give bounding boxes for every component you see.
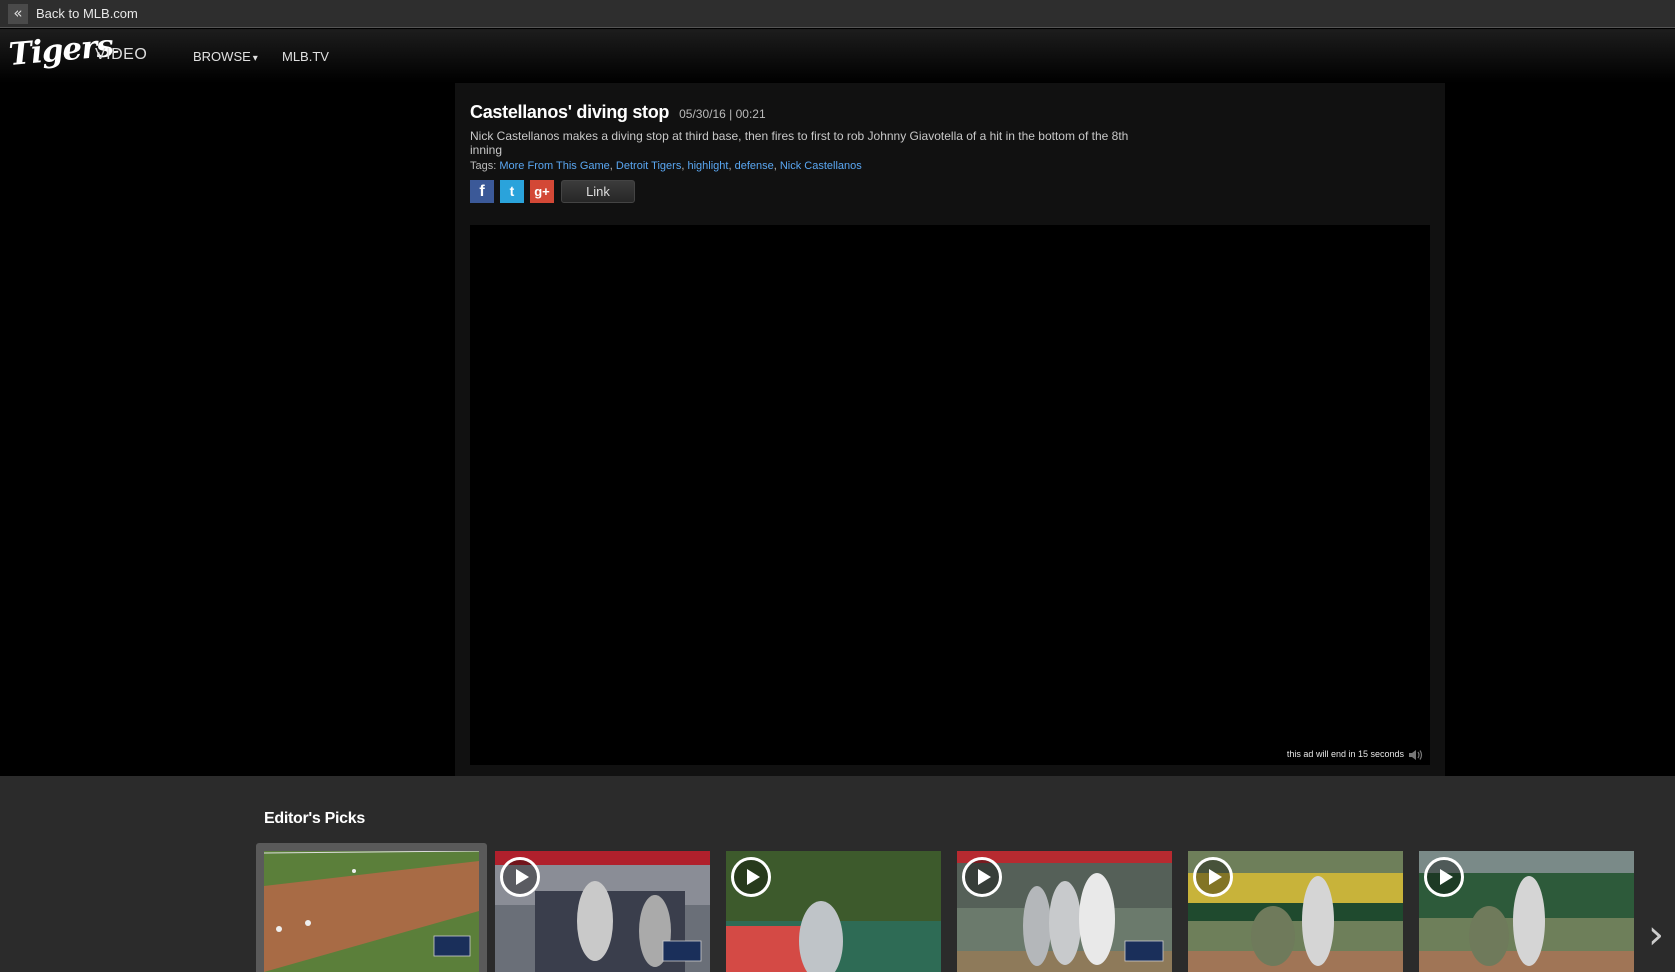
play-icon — [500, 857, 540, 897]
carousel-next-icon[interactable]: › — [1648, 912, 1664, 958]
tags-line: Tags: More From This Game, Detroit Tiger… — [470, 160, 862, 172]
ad-countdown: this ad will end in 15 seconds — [1286, 749, 1404, 759]
video-title: Castellanos' diving stop — [470, 102, 670, 122]
tag-link[interactable]: Detroit Tigers — [616, 160, 681, 172]
caret-down-icon: ▾ — [252, 53, 258, 64]
tag-link[interactable]: More From This Game — [499, 160, 609, 172]
thumbnail-image — [264, 851, 479, 972]
play-icon — [1193, 857, 1233, 897]
play-icon — [962, 857, 1002, 897]
play-icon — [731, 857, 771, 897]
tag-link[interactable]: Nick Castellanos — [780, 160, 862, 172]
video-thumbnail[interactable] — [1419, 851, 1634, 972]
back-chevron-icon[interactable]: « — [8, 3, 28, 24]
video-thumbnail[interactable] — [957, 851, 1172, 972]
video-meta: 05/30/16 | 00:21 — [679, 107, 766, 121]
twitter-share-icon[interactable]: t — [500, 180, 524, 203]
tag-link[interactable]: highlight — [687, 160, 728, 172]
top-bar: « Back to MLB.com — [0, 0, 1675, 28]
video-thumbnail[interactable] — [726, 851, 941, 972]
main-nav: Tigers- VIDEO BROWSE ▾ MLB.TV — [0, 28, 1675, 83]
title-row: Castellanos' diving stop 05/30/16 | 00:2… — [470, 102, 766, 123]
video-panel: Castellanos' diving stop 05/30/16 | 00:2… — [455, 83, 1445, 776]
back-to-mlb-link[interactable]: Back to MLB.com — [36, 6, 138, 21]
googleplus-share-icon[interactable]: g+ — [530, 180, 554, 203]
video-thumbnail[interactable] — [1188, 851, 1403, 972]
video-thumbnail[interactable] — [495, 851, 710, 972]
video-description: Nick Castellanos makes a diving stop at … — [470, 129, 1129, 157]
video-player[interactable]: this ad will end in 15 seconds — [470, 225, 1430, 765]
facebook-share-icon[interactable]: f — [470, 180, 494, 203]
tags-label: Tags: — [470, 160, 497, 172]
link-button[interactable]: Link — [561, 180, 635, 203]
tag-link[interactable]: defense — [735, 160, 774, 172]
video-thumbnail[interactable] — [264, 851, 479, 972]
share-row: f t g+ Link — [470, 180, 635, 203]
mlbtv-link[interactable]: MLB.TV — [282, 49, 329, 64]
play-icon — [1424, 857, 1464, 897]
volume-icon[interactable] — [1408, 748, 1424, 762]
section-label: VIDEO — [95, 46, 148, 63]
picks-title: Editor's Picks — [264, 810, 365, 827]
editors-picks: Editor's Picks › — [0, 776, 1675, 972]
browse-menu[interactable]: BROWSE ▾ — [193, 49, 258, 64]
